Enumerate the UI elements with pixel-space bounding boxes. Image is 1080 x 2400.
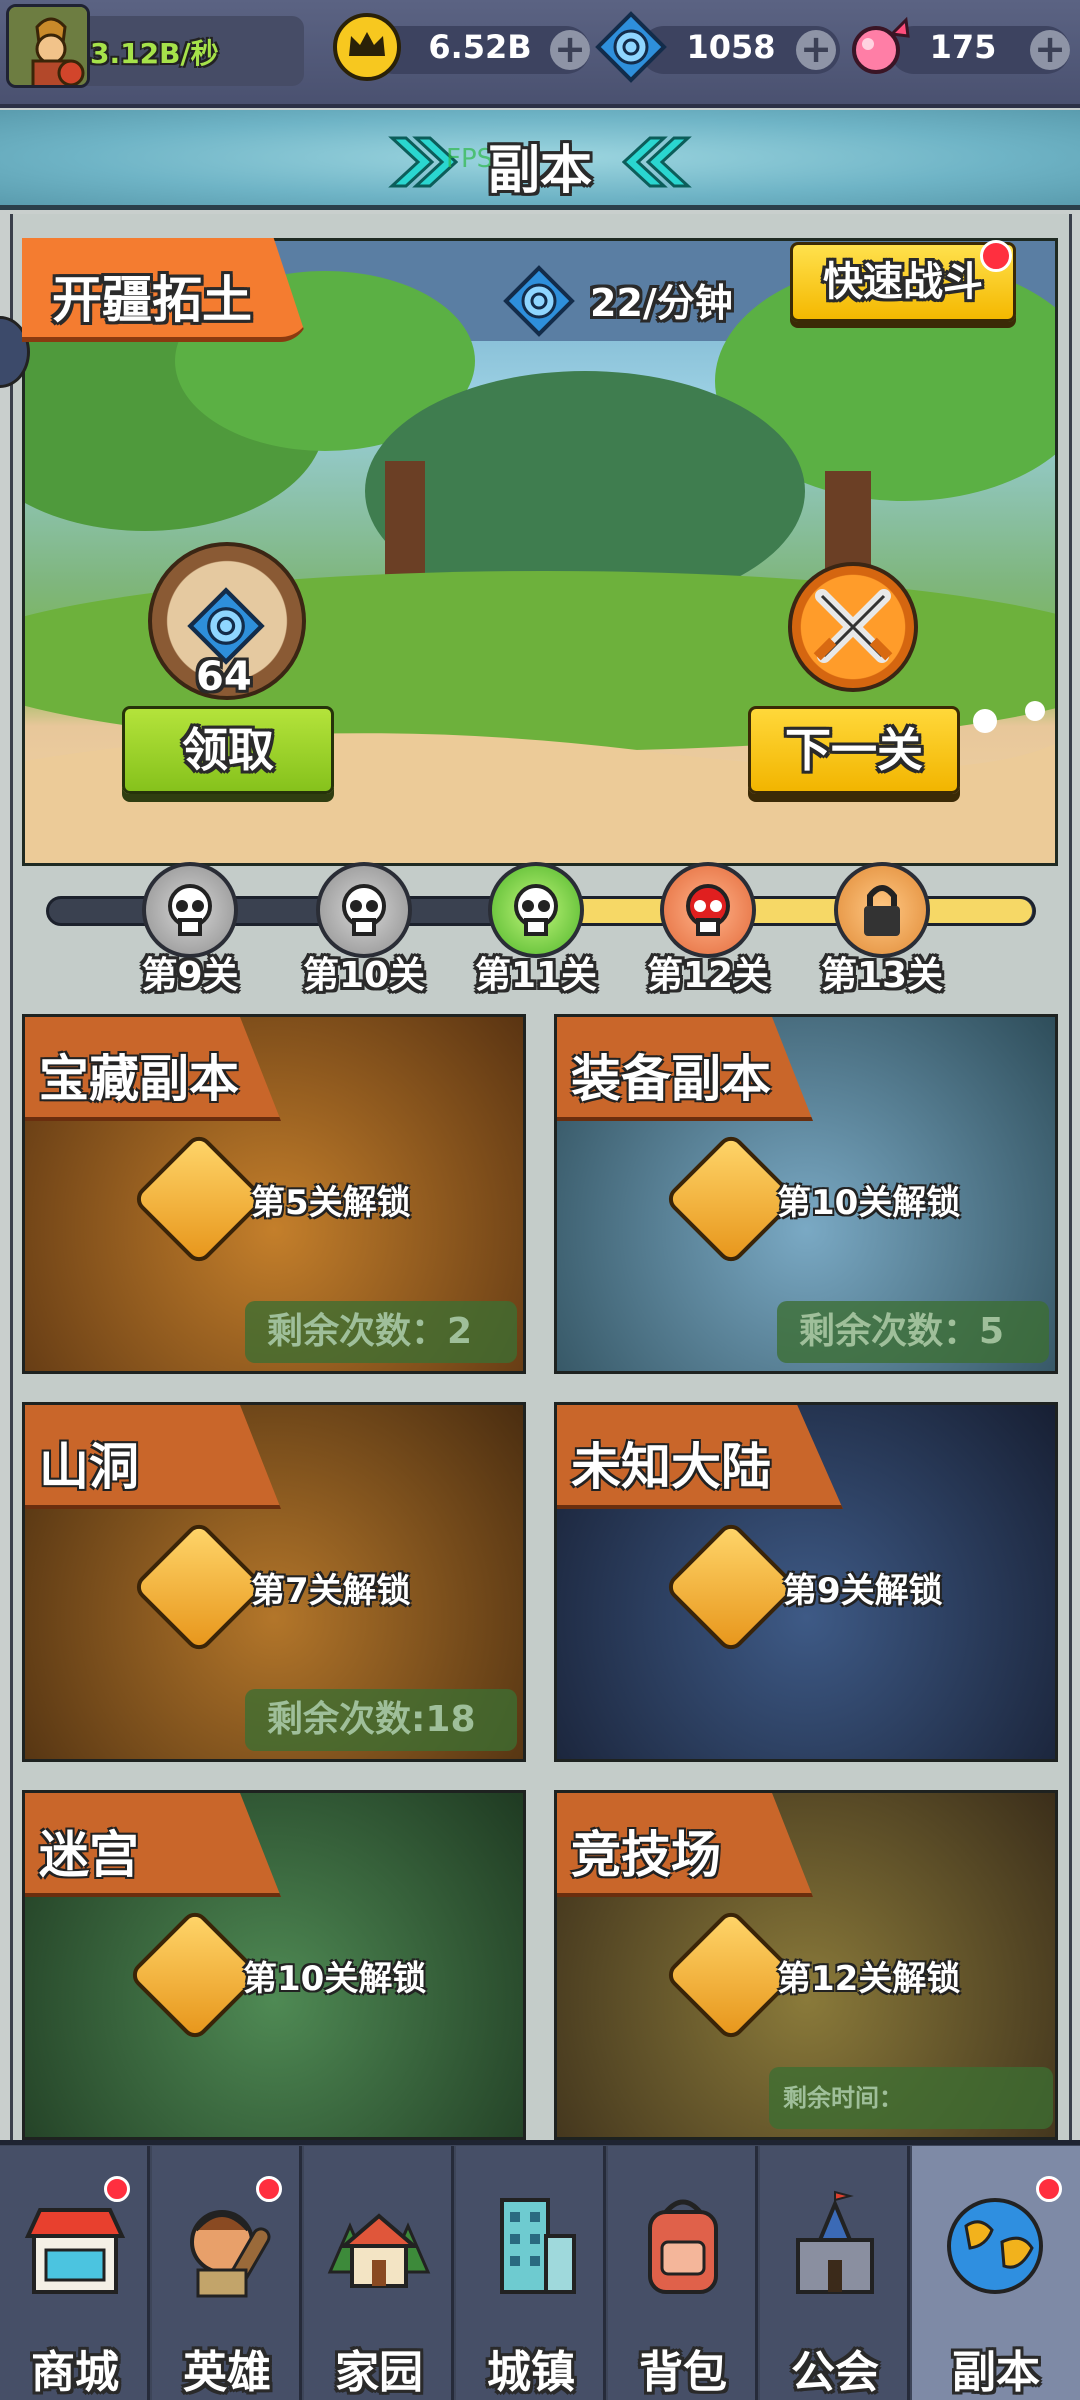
town-icon [500,2198,576,2294]
candy-value: 175 [929,28,997,66]
gem-rate-icon [503,265,575,337]
crown-icon [330,10,404,84]
gem-icon [594,10,668,84]
globe-icon [947,2198,1043,2294]
stage-label-10: 第10关 [302,955,426,996]
stage-label-11: 第11关 [474,955,598,996]
stage-progress-fill [534,899,1032,923]
arena-dungeon-card[interactable]: 竞技场 第12关解锁 剩余时间：399:07:08 [554,1790,1058,2140]
gem-value: 1058 [686,28,776,66]
stage-node-13[interactable] [834,862,930,958]
treasure-dungeon-card[interactable]: 宝藏副本 第5关解锁 剩余次数：2 [22,1014,526,1374]
unlock-requirement: 第12关解锁 [777,1959,961,1999]
guild-icon [796,2190,874,2294]
remaining-count: 剩余次数：5 [777,1301,1049,1363]
add-candy-button[interactable]: + [1030,30,1070,70]
unlock-requirement: 第10关解锁 [243,1959,427,1999]
expedition-title: 开疆拓土 [52,271,252,329]
nav-town[interactable]: 城镇 [456,2146,606,2400]
skull-icon [514,884,558,936]
nav-label: 公会 [791,2347,879,2398]
income-per-second: 3.12B/秒 [90,37,219,70]
card-title: 装备副本 [571,1050,771,1108]
claim-label: 领取 [182,723,274,777]
equipment-dungeon-card[interactable]: 装备副本 第10关解锁 剩余次数：5 [554,1014,1058,1374]
page-title: 副本 [487,141,592,201]
unlock-requirement: 第10关解锁 [777,1183,961,1223]
top-resource-bar: 3.12B/秒 6.52B + 1058 + 175 + [0,0,1080,108]
home-icon [327,2213,431,2288]
add-crown-button[interactable]: + [550,30,590,70]
card-title: 宝藏副本 [39,1050,239,1108]
shop-badge [104,2176,130,2202]
nav-home[interactable]: 家园 [304,2146,454,2400]
stage-label-9: 第9关 [141,955,239,996]
unlock-requirement: 第9关解锁 [783,1571,943,1611]
lock-icon [663,1519,799,1655]
maze-dungeon-card[interactable]: 迷宫 第10关解锁 [22,1790,526,2140]
nav-backpack[interactable]: 背包 [608,2146,758,2400]
remaining-count: 剩余次数：2 [245,1301,517,1363]
card-title: 未知大陆 [571,1438,771,1496]
nav-label: 商城 [31,2347,119,2398]
next-stage-label: 下一关 [785,723,923,777]
dungeon-badge [1036,2176,1062,2202]
nav-label: 背包 [639,2347,727,2398]
nav-hero[interactable]: 英雄 [152,2146,302,2400]
lock-icon [131,1131,267,1267]
nav-label: 家园 [335,2347,423,2398]
stage-node-10[interactable] [316,862,412,958]
gem-rate: 22/分钟 [590,281,733,325]
card-title: 迷宫 [39,1826,139,1884]
unlock-requirement: 第7关解锁 [251,1571,411,1611]
candy-icon [840,10,914,84]
stage-label-13: 第13关 [820,955,944,996]
backpack-icon [648,2199,718,2294]
skull-icon [168,884,212,936]
reward-amount: 64 [196,654,252,700]
skull-icon [342,884,386,936]
lock-icon [131,1519,267,1655]
remaining-count: 剩余次数:18 [245,1689,517,1751]
crossed-swords-icon [788,562,918,692]
nav-shop[interactable]: 商城 [0,2146,150,2400]
page-header: FPS 副本 [0,110,1080,210]
crown-value: 6.52B [428,28,532,66]
stage-node-12[interactable] [660,862,756,958]
hero-icon [190,2210,271,2298]
nav-dungeon[interactable]: 副本 [912,2146,1080,2400]
lock-icon [864,885,900,936]
card-title: 竞技场 [571,1826,721,1884]
nav-label: 副本 [952,2347,1040,2398]
add-gem-button[interactable]: + [796,30,836,70]
claim-button[interactable]: 领取 [122,706,334,794]
unknown-continent-card[interactable]: 未知大陆 第9关解锁 [554,1402,1058,1762]
cave-dungeon-card[interactable]: 山洞 第7关解锁 剩余次数:18 [22,1402,526,1762]
stage-node-11[interactable] [488,862,584,958]
hero-badge [256,2176,282,2202]
nav-label: 城镇 [487,2347,575,2398]
unlock-requirement: 第5关解锁 [251,1183,411,1223]
card-title: 山洞 [39,1438,139,1496]
stage-label-12: 第12关 [646,955,770,996]
remaining-time: 剩余时间：399:07:08 [769,2067,1053,2129]
quick-battle-badge [980,240,1012,272]
shop-icon [24,2208,126,2294]
player-avatar[interactable] [6,4,90,88]
stage-node-9[interactable] [142,862,238,958]
nav-guild[interactable]: 公会 [760,2146,910,2400]
next-stage-button[interactable]: 下一关 [748,706,960,794]
red-skull-icon [686,884,730,936]
nav-label: 英雄 [183,2347,271,2398]
